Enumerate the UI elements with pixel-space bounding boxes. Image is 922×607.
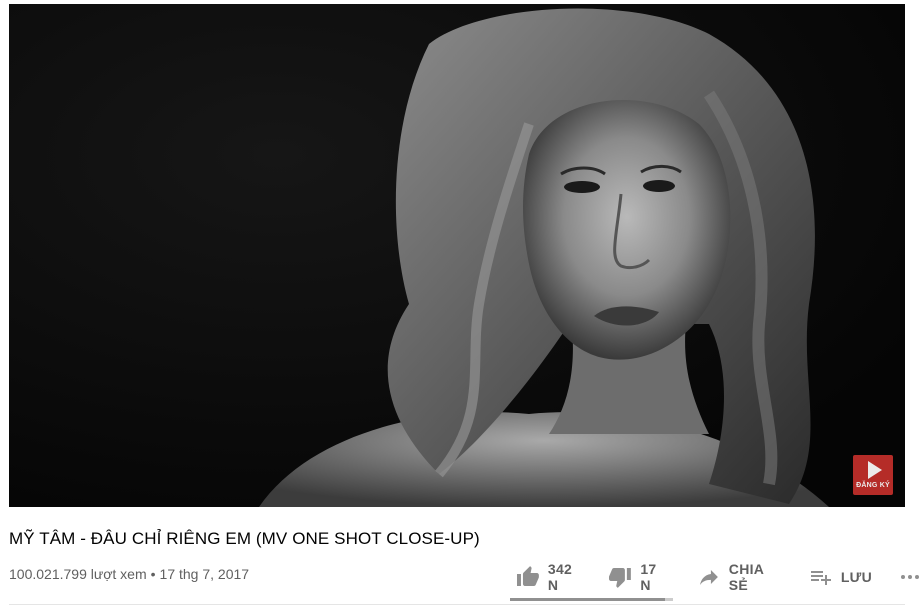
video-frame-image [9, 4, 905, 507]
more-horizontal-icon [901, 575, 919, 579]
thumbs-down-icon [609, 568, 632, 588]
playlist-add-icon [810, 571, 831, 585]
action-bar: 342 N 17 N CHIA SẺ LƯU [510, 561, 922, 593]
more-actions-button[interactable] [898, 562, 922, 592]
play-icon [867, 461, 882, 479]
video-player[interactable]: ĐĂNG KÝ [9, 4, 905, 507]
like-count: 342 N [547, 561, 573, 593]
divider [9, 604, 905, 605]
share-icon [699, 570, 718, 585]
save-button[interactable]: LƯU [809, 562, 872, 592]
meta-separator: • [150, 566, 156, 582]
share-label: CHIA SẺ [728, 561, 764, 593]
video-title: MỸ TÂM - ĐÂU CHỈ RIÊNG EM (MV ONE SHOT C… [9, 529, 480, 548]
share-button[interactable]: CHIA SẺ [697, 561, 787, 593]
sentiment-bar [510, 598, 673, 601]
sentiment-like-fill [510, 598, 665, 601]
video-meta: 100.021.799 lượt xem • 17 thg 7, 2017 [9, 566, 249, 582]
like-button[interactable]: 342 N [516, 561, 586, 593]
channel-watermark[interactable]: ĐĂNG KÝ [853, 455, 893, 495]
publish-date: 17 thg 7, 2017 [159, 566, 250, 582]
thumbs-up-icon [516, 566, 539, 586]
dislike-button[interactable]: 17 N [608, 561, 670, 593]
save-label: LƯU [840, 569, 872, 585]
watermark-label: ĐĂNG KÝ [856, 482, 890, 489]
dislike-count: 17 N [640, 561, 657, 593]
view-count: 100.021.799 lượt xem [9, 566, 147, 582]
